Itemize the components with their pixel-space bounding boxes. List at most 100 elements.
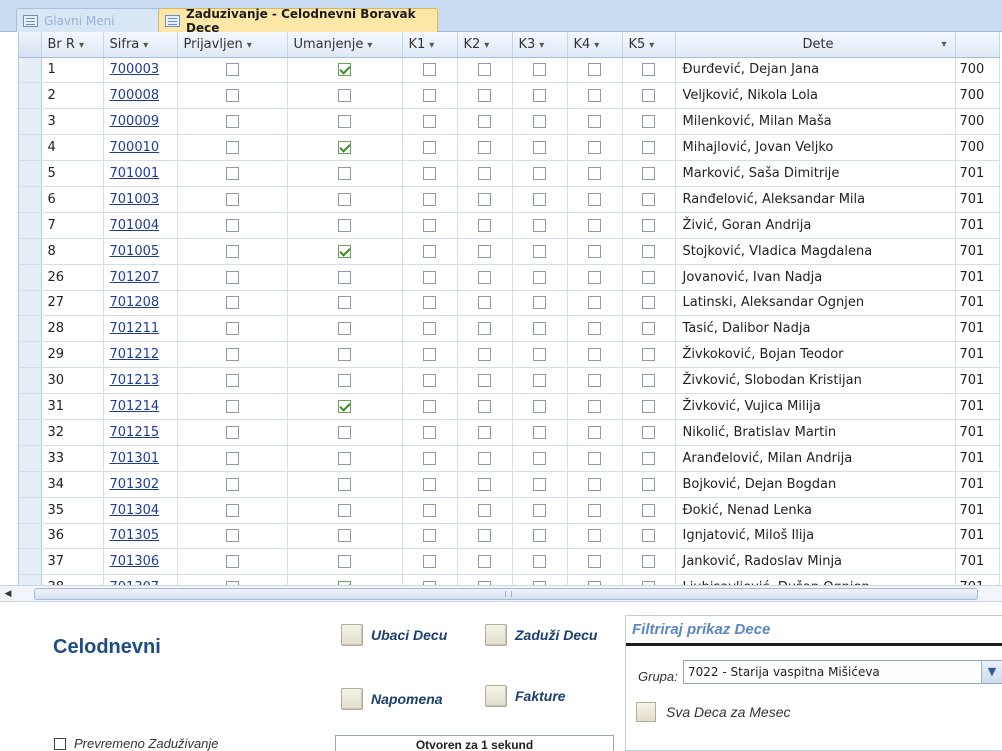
cell-k1[interactable]: [402, 367, 458, 395]
k3-checkbox[interactable]: [533, 296, 546, 310]
k1-checkbox[interactable]: [423, 374, 436, 388]
prijavljen-checkbox[interactable]: [225, 555, 239, 569]
sort-arrow-icon[interactable]: ▾: [79, 40, 84, 51]
cell-prijavljen[interactable]: [177, 341, 288, 369]
k5-checkbox[interactable]: [642, 89, 655, 103]
prijavljen-checkbox[interactable]: [225, 400, 239, 414]
sifra-link[interactable]: 701214: [110, 399, 160, 414]
cell-umanjenje[interactable]: [287, 160, 403, 187]
k1-checkbox[interactable]: [423, 218, 436, 232]
cell-k4[interactable]: [567, 57, 623, 84]
k5-checkbox[interactable]: [642, 115, 655, 129]
umanjenje-checkbox[interactable]: [338, 529, 351, 543]
sva-deca-za-mesec-button[interactable]: Sva Deca za Mesec: [636, 702, 791, 722]
cell-prijavljen[interactable]: [177, 367, 288, 395]
cell-sifra[interactable]: 700008: [103, 82, 178, 110]
cell-br-r[interactable]: 27: [41, 290, 104, 317]
sort-arrow-icon[interactable]: ▾: [594, 40, 599, 51]
cell-k3[interactable]: [512, 108, 568, 136]
table-row[interactable]: 1 700003 Đurđević, Dejan Jana 700: [19, 57, 1000, 84]
cell-k4[interactable]: [567, 548, 623, 576]
row-selector[interactable]: [19, 471, 42, 498]
cell-k2[interactable]: [457, 367, 513, 395]
k2-checkbox[interactable]: [478, 244, 491, 258]
cell-k1[interactable]: [402, 574, 458, 585]
cell-prijavljen[interactable]: [177, 445, 288, 472]
sort-arrow-icon[interactable]: ▾: [429, 40, 434, 51]
sifra-link[interactable]: 701304: [110, 503, 160, 518]
cell-k2[interactable]: [457, 393, 513, 420]
cell-br-r[interactable]: 26: [41, 264, 104, 291]
k4-checkbox[interactable]: [588, 374, 601, 388]
cell-sifra[interactable]: 701211: [103, 315, 178, 343]
cell-dete[interactable]: Milenković, Milan Maša: [675, 108, 956, 136]
sifra-link[interactable]: 700010: [110, 140, 160, 155]
umanjenje-checkbox[interactable]: [338, 270, 351, 284]
cell-k5[interactable]: [622, 523, 676, 550]
cell-next[interactable]: 701: [955, 548, 1000, 576]
cell-umanjenje[interactable]: [287, 134, 403, 162]
cell-umanjenje[interactable]: [287, 471, 403, 498]
cell-next[interactable]: 701: [955, 471, 1000, 498]
cell-k2[interactable]: [457, 186, 513, 213]
k2-checkbox[interactable]: [478, 141, 491, 155]
k2-checkbox[interactable]: [478, 503, 491, 517]
cell-umanjenje[interactable]: [287, 341, 403, 369]
ubaci-decu-button[interactable]: Ubaci Decu: [341, 623, 447, 647]
arrow-left-icon[interactable]: ◀: [0, 586, 16, 602]
umanjenje-checkbox[interactable]: [338, 503, 351, 517]
cell-k1[interactable]: [402, 393, 458, 420]
table-row[interactable]: 5 701001 Marković, Saša Dimitrije 701: [19, 160, 1000, 187]
cell-next[interactable]: 701: [955, 367, 1000, 395]
cell-k4[interactable]: [567, 341, 623, 369]
cell-k1[interactable]: [402, 445, 458, 472]
umanjenje-checkbox[interactable]: [338, 322, 351, 336]
k1-checkbox[interactable]: [423, 115, 436, 129]
napomena-button[interactable]: Napomena: [341, 687, 443, 711]
cell-next[interactable]: 701: [955, 523, 1000, 550]
cell-next[interactable]: 700: [955, 57, 1000, 84]
cell-k1[interactable]: [402, 186, 458, 213]
cell-sifra[interactable]: 701306: [103, 548, 178, 576]
cell-k4[interactable]: [567, 574, 623, 585]
cell-k3[interactable]: [512, 290, 568, 317]
k2-checkbox[interactable]: [478, 270, 491, 284]
table-row[interactable]: 8 701005 Stojković, Vladica Magdalena 701: [19, 238, 1000, 265]
k1-checkbox[interactable]: [423, 529, 436, 543]
cell-br-r[interactable]: 2: [41, 82, 104, 110]
umanjenje-checkbox[interactable]: [338, 218, 351, 232]
cell-umanjenje[interactable]: [287, 367, 403, 395]
cell-sifra[interactable]: 701213: [103, 367, 178, 395]
sifra-link[interactable]: 701301: [110, 451, 160, 466]
cell-k1[interactable]: [402, 341, 458, 369]
k1-checkbox[interactable]: [423, 400, 436, 414]
k4-checkbox[interactable]: [588, 296, 601, 310]
cell-k2[interactable]: [457, 57, 513, 84]
cell-sifra[interactable]: 700003: [103, 57, 178, 84]
cell-sifra[interactable]: 700010: [103, 134, 178, 162]
k4-checkbox[interactable]: [588, 451, 601, 465]
cell-sifra[interactable]: 701212: [103, 341, 178, 369]
cell-k3[interactable]: [512, 574, 568, 585]
cell-k1[interactable]: [402, 212, 458, 239]
k2-checkbox[interactable]: [478, 89, 491, 103]
horizontal-scrollbar[interactable]: ◀: [0, 585, 1002, 602]
cell-k1[interactable]: [402, 238, 458, 265]
umanjenje-checkbox[interactable]: [338, 451, 351, 465]
prijavljen-checkbox[interactable]: [225, 270, 239, 284]
k1-checkbox[interactable]: [423, 244, 436, 258]
cell-k2[interactable]: [457, 341, 513, 369]
table-row[interactable]: 28 701211 Tasić, Dalibor Nadja 701: [19, 315, 1000, 343]
tab-zaduzivanje[interactable]: Zaduzivanje - Celodnevni Boravak Dece: [158, 7, 438, 35]
row-selector[interactable]: [19, 82, 42, 110]
row-selector[interactable]: [19, 393, 42, 420]
prijavljen-checkbox[interactable]: [225, 348, 239, 362]
cell-umanjenje[interactable]: [287, 238, 403, 265]
cell-dete[interactable]: Jovanović, Ivan Nadja: [675, 264, 956, 291]
cell-k2[interactable]: [457, 445, 513, 472]
k2-checkbox[interactable]: [478, 477, 491, 491]
cell-k2[interactable]: [457, 134, 513, 162]
cell-br-r[interactable]: 33: [41, 445, 104, 472]
row-selector[interactable]: [19, 523, 42, 550]
cell-k4[interactable]: [567, 134, 623, 162]
